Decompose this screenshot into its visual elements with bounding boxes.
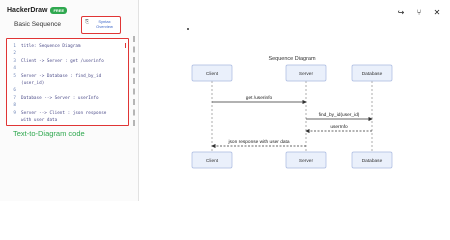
participant-label: Server: [299, 158, 314, 164]
line-number: 9: [13, 110, 16, 116]
editor-resize-handle[interactable]: [133, 36, 137, 126]
participant-label: Database: [362, 158, 383, 164]
diagram-canvas[interactable]: ↪ ⑂ ✕ Sequence Diagram Client Client Serve…: [139, 0, 450, 201]
code-text: Client -> Server : get /userinfo: [21, 58, 104, 64]
code-line[interactable]: 8: [7, 103, 128, 109]
code-text: Database --> Server : userInfo: [21, 95, 99, 101]
code-line[interactable]: with user data: [7, 118, 128, 124]
code-line[interactable]: 7 Database --> Server : userInfo: [7, 96, 128, 102]
code-caption: Text-to-Diagram code: [13, 129, 85, 138]
code-line[interactable]: 1 title: Sequence Diagram: [7, 44, 128, 50]
sequence-diagram: Sequence Diagram Client Client Server Serve…: [191, 56, 393, 169]
code-text: (user_id): [21, 81, 45, 86]
message-label: find_by_id(user_id): [319, 112, 360, 118]
participant-label: Client: [206, 71, 219, 77]
participant-label: Database: [362, 71, 383, 77]
code-editor[interactable]: 1 title: Sequence Diagram 2 3 Client -> Serv…: [6, 38, 129, 126]
diagram-title: Sequence Diagram: [268, 56, 316, 62]
line-number: 6: [13, 88, 16, 94]
line-number: 4: [13, 66, 16, 72]
code-text: Server --> Client : json response: [21, 110, 107, 116]
code-line[interactable]: 6: [7, 88, 128, 94]
plan-badge: FREE: [50, 6, 68, 14]
code-line[interactable]: 5 Server -> Database : find_by_id: [7, 74, 128, 80]
code-line[interactable]: 2: [7, 51, 128, 57]
document-icon: ⎘: [85, 19, 90, 25]
message-label: json response with user data: [227, 139, 289, 145]
app-name: HackerDraw: [7, 6, 48, 14]
code-line[interactable]: 3 Client -> Server : get /userinfo: [7, 59, 128, 65]
code-text: title: Sequence Diagram: [21, 44, 81, 49]
syntax-overview-label: Syntax Overview: [96, 19, 113, 29]
code-line[interactable]: 4: [7, 66, 128, 72]
line-number: 2: [13, 51, 16, 57]
line-number: 1: [13, 44, 16, 49]
code-line[interactable]: 9 Server --> Client : json response: [7, 111, 128, 117]
syntax-overview-button[interactable]: ⎘ Syntax Overview: [81, 16, 121, 34]
participant-label: Server: [299, 71, 314, 77]
code-text: Server -> Database : find_by_id: [21, 73, 102, 79]
code-line[interactable]: (user_id): [7, 81, 128, 87]
message-label: userInfo: [330, 124, 348, 130]
line-number: 3: [13, 58, 16, 64]
line-number: 7: [13, 95, 16, 101]
message-label: get /userinfo: [246, 95, 273, 101]
line-number: 5: [13, 73, 16, 79]
participant-label: Client: [206, 158, 219, 164]
app-logo[interactable]: HackerDraw FREE: [7, 4, 68, 16]
document-title[interactable]: Basic Sequence: [14, 21, 61, 28]
line-number: 8: [13, 103, 16, 109]
code-text: with user data: [21, 118, 58, 123]
editor-panel: HackerDraw FREE Basic Sequence ⎘ Syntax …: [0, 0, 139, 201]
